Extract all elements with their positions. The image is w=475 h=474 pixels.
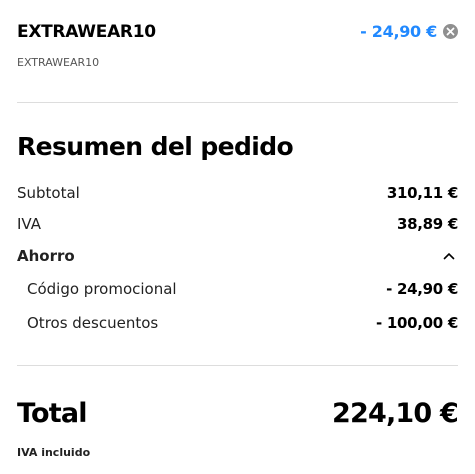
summary-row-subtotal: Subtotal 310,11 € xyxy=(17,182,458,204)
order-summary-title: Resumen del pedido xyxy=(17,132,294,161)
tax-value: 38,89 € xyxy=(396,215,458,233)
savings-row-other-discounts: Otros descuentos - 100,00 € xyxy=(17,312,458,334)
total-value: 224,10 € xyxy=(332,398,459,429)
savings-label: Ahorro xyxy=(17,247,75,265)
promo-code-label: Código promocional xyxy=(27,280,177,298)
chevron-up-icon[interactable] xyxy=(442,249,456,263)
savings-row-promo-code: Código promocional - 24,90 € xyxy=(17,278,458,300)
subtotal-value: 310,11 € xyxy=(386,184,458,202)
coupon-code: EXTRAWEAR10 xyxy=(17,22,156,42)
divider xyxy=(17,365,458,366)
tax-included-note: IVA incluido xyxy=(17,446,91,459)
other-discounts-value: - 100,00 € xyxy=(376,314,458,332)
savings-toggle[interactable]: Ahorro xyxy=(17,245,458,267)
total-label: Total xyxy=(17,398,88,429)
other-discounts-label: Otros descuentos xyxy=(27,314,159,332)
promo-code-value: - 24,90 € xyxy=(386,280,458,298)
coupon-code-subtitle: EXTRAWEAR10 xyxy=(17,56,100,69)
summary-row-tax: IVA 38,89 € xyxy=(17,213,458,235)
subtotal-label: Subtotal xyxy=(17,184,80,202)
tax-label: IVA xyxy=(17,215,41,233)
close-circle-icon[interactable] xyxy=(443,24,458,39)
coupon-amount: - 24,90 € xyxy=(360,22,437,41)
coupon-discount: - 24,90 € xyxy=(360,22,458,41)
divider xyxy=(17,102,458,103)
